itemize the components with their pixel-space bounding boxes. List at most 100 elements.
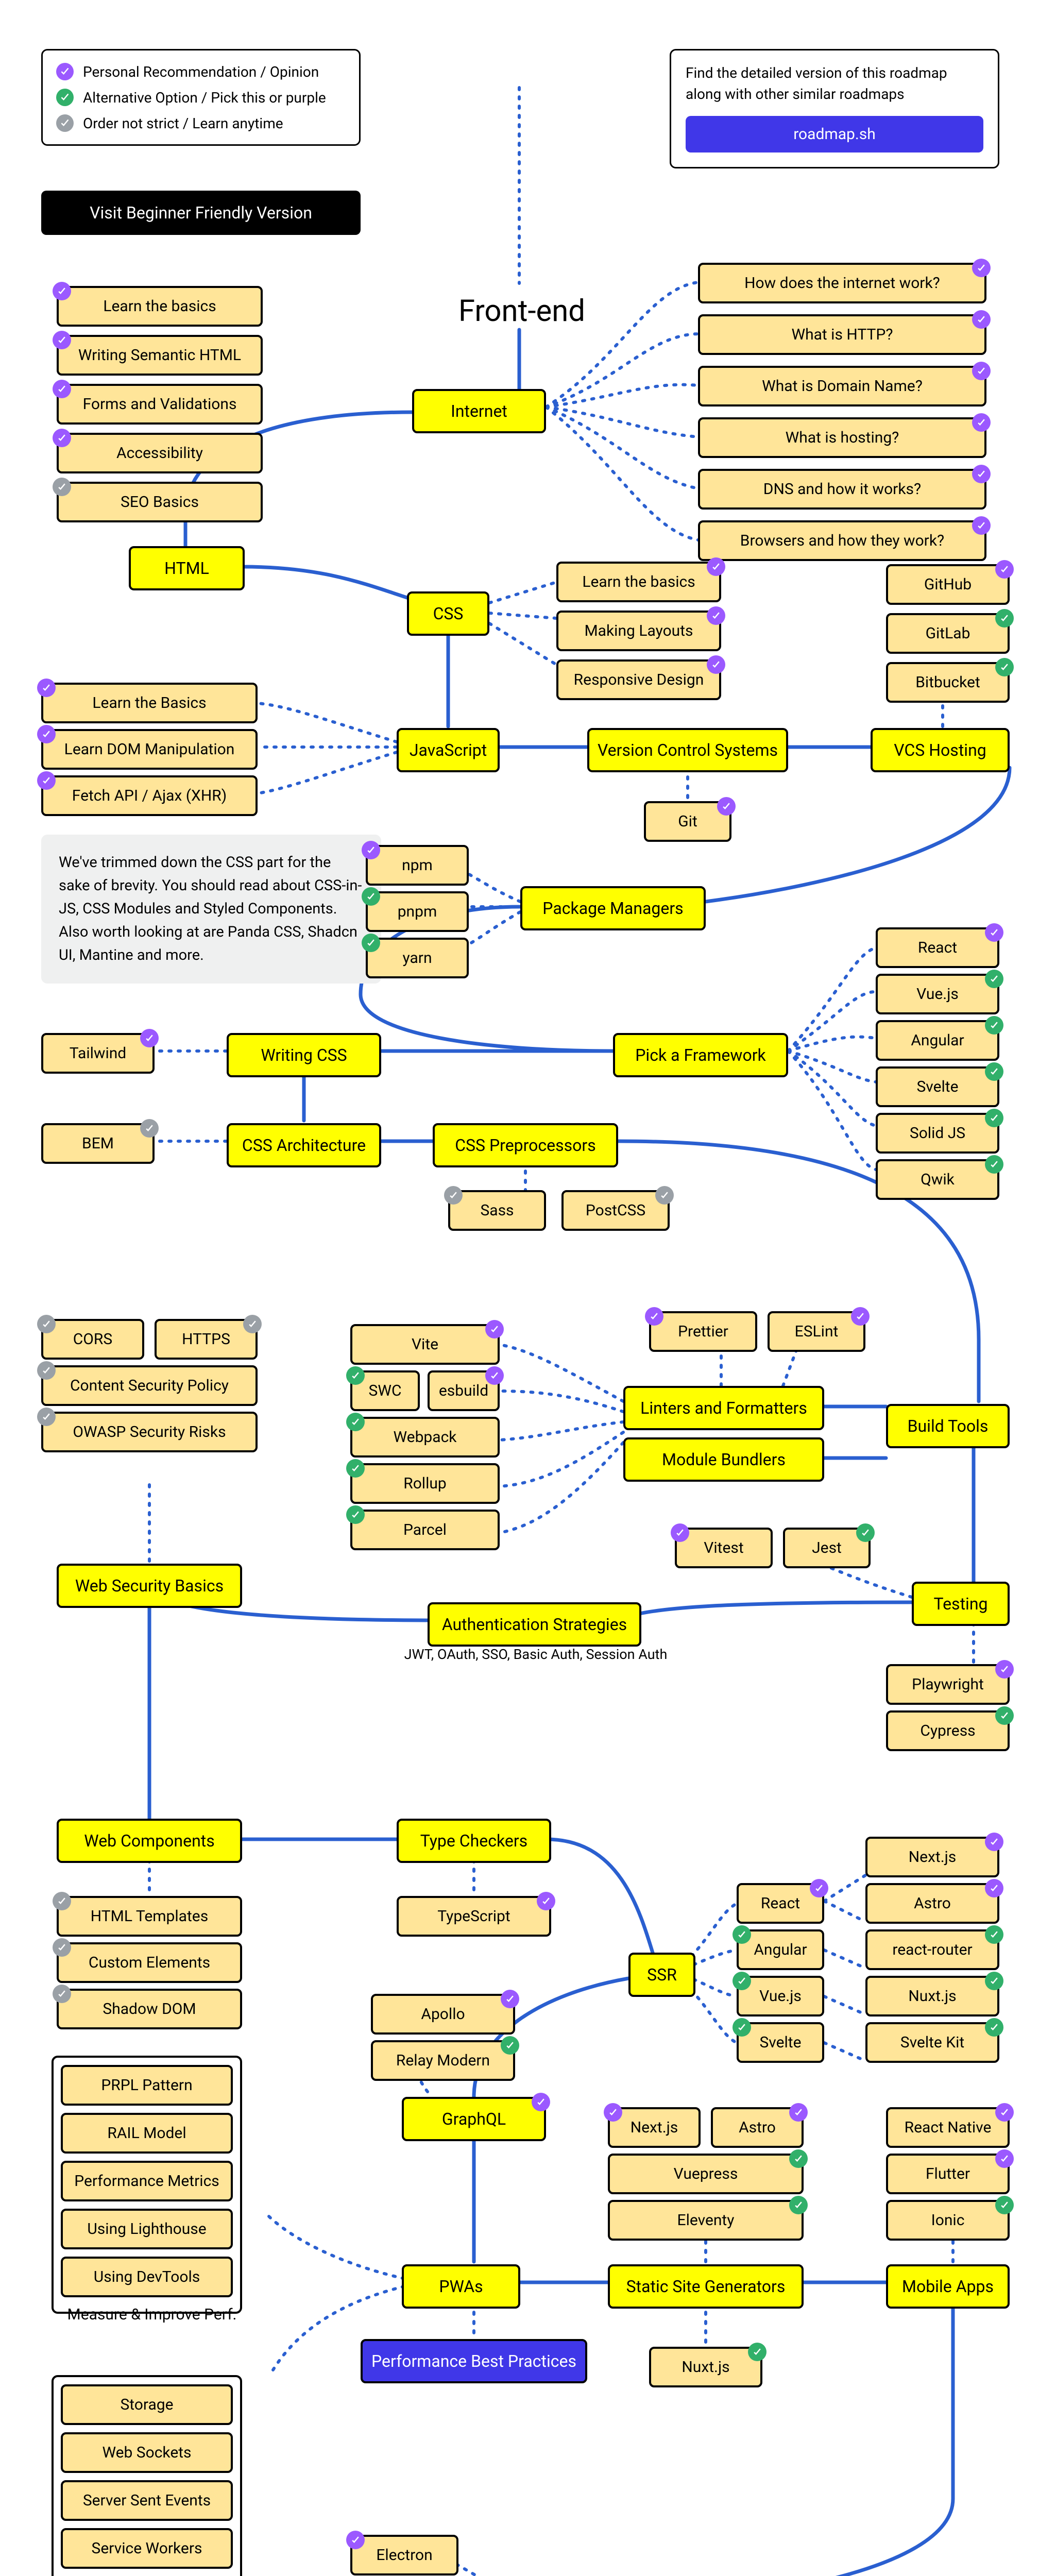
leaf-rail[interactable]: RAIL Model bbox=[61, 2113, 233, 2154]
leaf-vue[interactable]: Vue.js bbox=[876, 974, 999, 1014]
leaf-js-basics[interactable]: Learn the Basics bbox=[41, 683, 258, 723]
leaf-gitlab[interactable]: GitLab bbox=[886, 613, 1010, 654]
leaf-seo[interactable]: SEO Basics bbox=[57, 482, 263, 522]
beginner-version-button[interactable]: Visit Beginner Friendly Version bbox=[41, 191, 361, 235]
node-vcs[interactable]: Version Control Systems bbox=[587, 728, 788, 772]
node-vcs-hosting[interactable]: VCS Hosting bbox=[871, 728, 1010, 772]
leaf-prettier[interactable]: Prettier bbox=[649, 1311, 757, 1352]
leaf-semantic[interactable]: Writing Semantic HTML bbox=[57, 335, 263, 376]
leaf-prpl[interactable]: PRPL Pattern bbox=[61, 2065, 233, 2106]
node-mobile[interactable]: Mobile Apps bbox=[886, 2264, 1010, 2309]
leaf-nextjs[interactable]: Next.js bbox=[865, 1837, 999, 1877]
leaf-astro[interactable]: Astro bbox=[865, 1883, 999, 1924]
promo-button[interactable]: roadmap.sh bbox=[686, 116, 983, 152]
leaf-bem[interactable]: BEM bbox=[41, 1123, 155, 1164]
node-pwas[interactable]: PWAs bbox=[402, 2264, 520, 2309]
leaf-typescript[interactable]: TypeScript bbox=[397, 1896, 551, 1937]
leaf-vitest[interactable]: Vitest bbox=[675, 1528, 773, 1568]
leaf-cypress[interactable]: Cypress bbox=[886, 1710, 1010, 1751]
leaf-tailwind[interactable]: Tailwind bbox=[41, 1033, 155, 1074]
leaf-sass[interactable]: Sass bbox=[448, 1190, 546, 1231]
leaf-ssg-next[interactable]: Next.js bbox=[608, 2107, 701, 2148]
leaf-yarn[interactable]: yarn bbox=[366, 938, 469, 978]
node-internet[interactable]: Internet bbox=[412, 389, 546, 433]
leaf-websockets[interactable]: Web Sockets bbox=[61, 2432, 233, 2473]
leaf-shadow-dom[interactable]: Shadow DOM bbox=[57, 1989, 242, 2029]
leaf-ssr-vue[interactable]: Vue.js bbox=[737, 1976, 824, 2016]
leaf-forms[interactable]: Forms and Validations bbox=[57, 384, 263, 425]
node-bundlers[interactable]: Module Bundlers bbox=[623, 1437, 824, 1482]
leaf-ssr-angular[interactable]: Angular bbox=[737, 1929, 824, 1970]
node-graphql[interactable]: GraphQL bbox=[402, 2097, 546, 2141]
leaf-a11y[interactable]: Accessibility bbox=[57, 433, 263, 473]
leaf-devtools[interactable]: Using DevTools bbox=[61, 2257, 233, 2297]
leaf-layouts[interactable]: Making Layouts bbox=[556, 611, 721, 651]
leaf-ssg-astro[interactable]: Astro bbox=[711, 2107, 804, 2148]
leaf-hosting[interactable]: What is hosting? bbox=[698, 417, 986, 458]
node-html[interactable]: HTML bbox=[129, 546, 245, 590]
leaf-html-templates[interactable]: HTML Templates bbox=[57, 1896, 242, 1937]
node-css-architecture[interactable]: CSS Architecture bbox=[227, 1123, 381, 1167]
leaf-service-workers[interactable]: Service Workers bbox=[61, 2528, 233, 2569]
node-css-preprocessors[interactable]: CSS Preprocessors bbox=[433, 1123, 618, 1167]
leaf-https[interactable]: HTTPS bbox=[155, 1319, 258, 1360]
leaf-dns[interactable]: DNS and how it works? bbox=[698, 469, 986, 510]
leaf-dom[interactable]: Learn DOM Manipulation bbox=[41, 729, 258, 770]
leaf-svelte[interactable]: Svelte bbox=[876, 1066, 999, 1107]
leaf-github[interactable]: GitHub bbox=[886, 564, 1010, 605]
leaf-npm[interactable]: npm bbox=[366, 845, 469, 886]
leaf-electron[interactable]: Electron bbox=[350, 2535, 458, 2575]
node-css[interactable]: CSS bbox=[407, 591, 489, 636]
leaf-csp[interactable]: Content Security Policy bbox=[41, 1365, 258, 1406]
leaf-ssr-react[interactable]: React bbox=[737, 1883, 824, 1924]
leaf-custom-elements[interactable]: Custom Elements bbox=[57, 1942, 242, 1983]
leaf-react[interactable]: React bbox=[876, 927, 999, 968]
leaf-domain[interactable]: What is Domain Name? bbox=[698, 366, 986, 406]
leaf-flutter[interactable]: Flutter bbox=[886, 2154, 1010, 2194]
leaf-ssr-svelte[interactable]: Svelte bbox=[737, 2022, 824, 2063]
node-web-components[interactable]: Web Components bbox=[57, 1819, 242, 1863]
node-pick-framework[interactable]: Pick a Framework bbox=[613, 1033, 788, 1077]
node-javascript[interactable]: JavaScript bbox=[397, 728, 500, 772]
leaf-vuepress[interactable]: Vuepress bbox=[608, 2154, 804, 2194]
leaf-storage[interactable]: Storage bbox=[61, 2384, 233, 2425]
node-package-managers[interactable]: Package Managers bbox=[520, 886, 706, 930]
leaf-apollo[interactable]: Apollo bbox=[371, 1994, 515, 2035]
leaf-playwright[interactable]: Playwright bbox=[886, 1664, 1010, 1705]
leaf-relay[interactable]: Relay Modern bbox=[371, 2040, 515, 2081]
leaf-http[interactable]: What is HTTP? bbox=[698, 314, 986, 355]
leaf-eslint[interactable]: ESLint bbox=[768, 1311, 865, 1352]
leaf-swc[interactable]: SWC bbox=[350, 1370, 420, 1411]
node-linters[interactable]: Linters and Formatters bbox=[623, 1386, 824, 1430]
node-ssg[interactable]: Static Site Generators bbox=[608, 2264, 804, 2309]
leaf-ssg-nuxt[interactable]: Nuxt.js bbox=[649, 2347, 762, 2387]
leaf-responsive[interactable]: Responsive Design bbox=[556, 659, 721, 700]
node-ssr[interactable]: SSR bbox=[628, 1953, 695, 1997]
leaf-eleventy[interactable]: Eleventy bbox=[608, 2200, 804, 2241]
leaf-vite[interactable]: Vite bbox=[350, 1324, 500, 1365]
node-testing[interactable]: Testing bbox=[912, 1582, 1010, 1626]
leaf-internet-how[interactable]: How does the internet work? bbox=[698, 263, 986, 303]
leaf-solid[interactable]: Solid JS bbox=[876, 1113, 999, 1154]
leaf-css-basics[interactable]: Learn the basics bbox=[556, 562, 721, 602]
leaf-postcss[interactable]: PostCSS bbox=[561, 1190, 670, 1231]
node-web-security[interactable]: Web Security Basics bbox=[57, 1564, 242, 1608]
leaf-git[interactable]: Git bbox=[644, 801, 731, 842]
leaf-html-basics[interactable]: Learn the basics bbox=[57, 286, 263, 327]
leaf-nuxtjs[interactable]: Nuxt.js bbox=[865, 1976, 999, 2016]
leaf-webpack[interactable]: Webpack bbox=[350, 1417, 500, 1458]
leaf-fetch[interactable]: Fetch API / Ajax (XHR) bbox=[41, 775, 258, 816]
leaf-angular[interactable]: Angular bbox=[876, 1020, 999, 1061]
leaf-esbuild[interactable]: esbuild bbox=[428, 1370, 500, 1411]
node-performance-best-practices[interactable]: Performance Best Practices bbox=[361, 2339, 587, 2383]
leaf-jest[interactable]: Jest bbox=[783, 1528, 871, 1568]
node-writing-css[interactable]: Writing CSS bbox=[227, 1033, 381, 1077]
leaf-lighthouse[interactable]: Using Lighthouse bbox=[61, 2209, 233, 2249]
leaf-parcel[interactable]: Parcel bbox=[350, 1510, 500, 1550]
leaf-perf-metrics[interactable]: Performance Metrics bbox=[61, 2161, 233, 2201]
node-auth[interactable]: Authentication Strategies bbox=[428, 1602, 641, 1647]
node-build-tools[interactable]: Build Tools bbox=[886, 1404, 1010, 1448]
leaf-browsers[interactable]: Browsers and how they work? bbox=[698, 520, 986, 561]
leaf-owasp[interactable]: OWASP Security Risks bbox=[41, 1412, 258, 1452]
leaf-ionic[interactable]: Ionic bbox=[886, 2200, 1010, 2241]
